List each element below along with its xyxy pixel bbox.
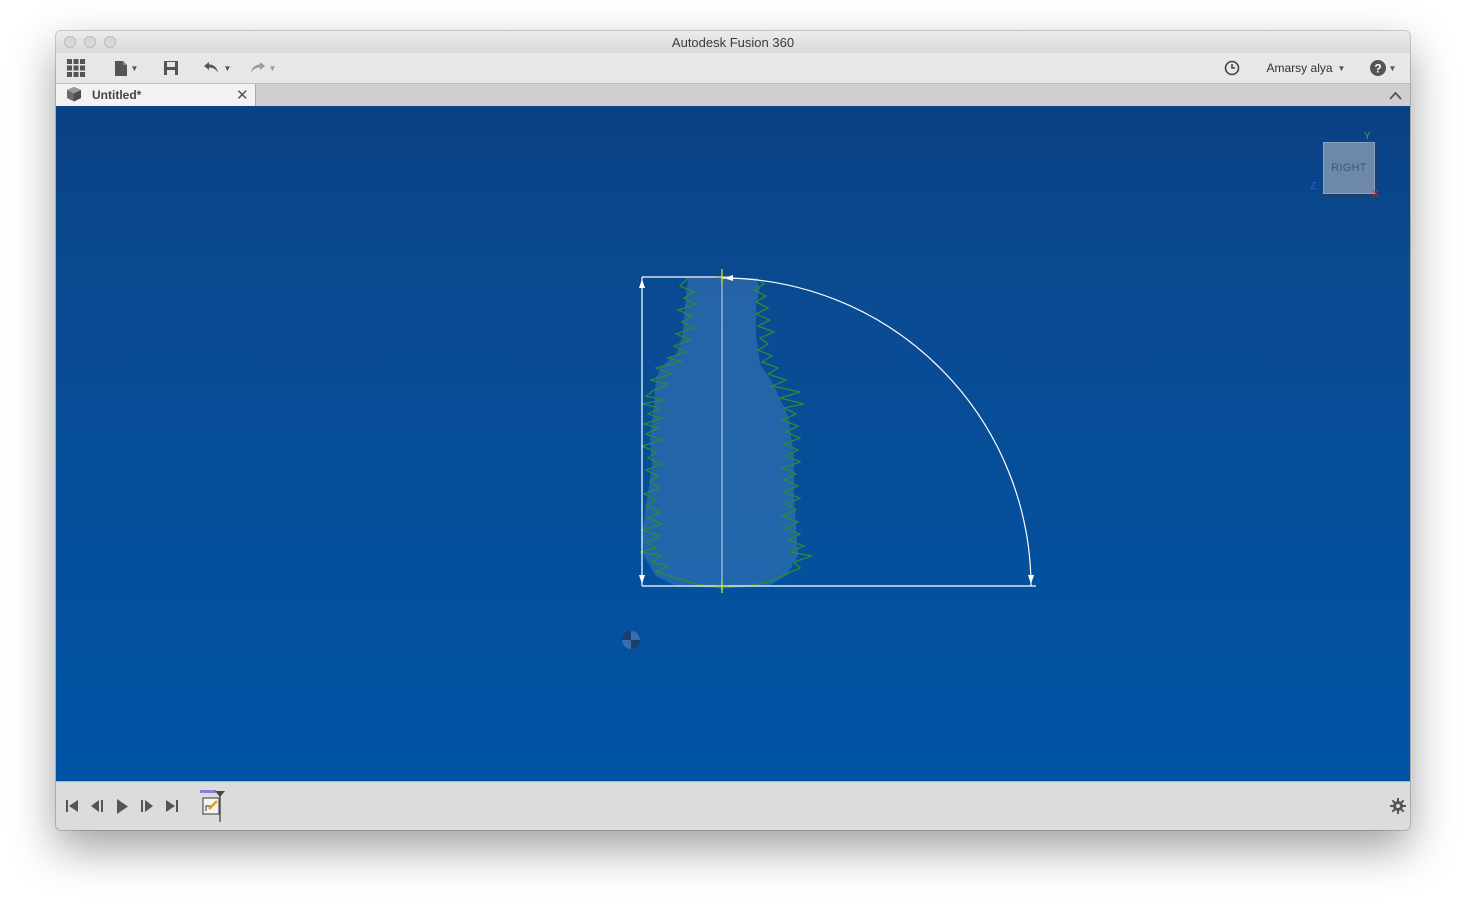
- window-title: Autodesk Fusion 360: [671, 35, 795, 50]
- file-menu-button[interactable]: ▼: [110, 53, 142, 83]
- timeline-feature-sketch[interactable]: [200, 790, 230, 824]
- undo-button[interactable]: ▼: [200, 53, 234, 83]
- view-cube-face-label: RIGHT: [1331, 162, 1367, 174]
- undo-icon: [203, 62, 218, 73]
- step-back-icon: [91, 800, 103, 812]
- chevron-down-icon: ▼: [130, 63, 139, 73]
- clock-icon: [1224, 60, 1240, 76]
- data-panel-button[interactable]: [64, 53, 88, 83]
- chevron-down-icon: ▼: [1388, 63, 1397, 73]
- tab-label: Untitled*: [92, 88, 142, 102]
- arrow-down-icon: [1028, 575, 1034, 584]
- arrow-down-icon: [639, 575, 645, 584]
- user-account-menu[interactable]: Amarsy alya ▼: [1266, 53, 1346, 83]
- arrow-up-icon: [639, 279, 645, 288]
- close-icon[interactable]: ✕: [236, 86, 249, 104]
- timeline-go-to-end[interactable]: [162, 796, 182, 816]
- title-bar: Autodesk Fusion 360: [56, 31, 1410, 54]
- save-button[interactable]: [160, 53, 182, 83]
- chevron-down-icon: ▼: [1337, 63, 1346, 73]
- canvas-viewport[interactable]: Y RIGHT Z X: [56, 106, 1410, 781]
- view-cube-face-right[interactable]: RIGHT: [1323, 142, 1375, 194]
- redo-icon: [250, 62, 265, 73]
- skip-start-icon: [66, 800, 78, 812]
- axis-y-label: Y: [1364, 131, 1371, 142]
- redo-button[interactable]: ▼: [244, 53, 280, 83]
- profile-region[interactable]: [642, 278, 798, 588]
- skip-end-icon: [166, 800, 178, 812]
- tab-untitled[interactable]: Untitled* ✕: [56, 84, 256, 106]
- timeline-bar: [56, 781, 1410, 830]
- application-bar: ▼ ▼ ▼ Amarsy alya ▼ ? ▼: [56, 53, 1410, 84]
- timeline-step-forward[interactable]: [137, 796, 157, 816]
- timeline-settings-button[interactable]: [1388, 796, 1408, 816]
- chevron-down-icon: ▼: [223, 63, 232, 73]
- play-icon: [117, 798, 128, 814]
- step-forward-icon: [141, 800, 153, 812]
- document-cube-icon: [67, 87, 81, 102]
- file-icon: [114, 60, 127, 76]
- save-icon: [164, 61, 178, 75]
- grid-icon: [67, 59, 85, 77]
- timeline-playhead[interactable]: [214, 790, 226, 822]
- user-name: Amarsy alya: [1266, 61, 1333, 75]
- help-menu-button[interactable]: ? ▼: [1368, 53, 1398, 83]
- svg-text:?: ?: [1374, 62, 1381, 76]
- job-status-button[interactable]: [1222, 53, 1242, 83]
- timeline-play[interactable]: [112, 796, 132, 816]
- chevron-up-icon[interactable]: [1389, 87, 1402, 105]
- help-icon: ?: [1369, 60, 1386, 76]
- timeline-go-to-start[interactable]: [62, 796, 82, 816]
- sketch-canvas: [622, 269, 1036, 649]
- axis-x-label: X: [1372, 189, 1379, 200]
- origin-icon[interactable]: [622, 631, 640, 649]
- chevron-down-icon: ▼: [268, 63, 277, 73]
- view-cube[interactable]: Y RIGHT Z X: [1310, 131, 1390, 201]
- document-tab-bar: Untitled* ✕: [56, 84, 1410, 107]
- gear-icon: [1390, 798, 1406, 814]
- app-window: Autodesk Fusion 360 ▼ ▼ ▼ Amarsy alya ▼ …: [56, 31, 1410, 830]
- axis-z-label: Z: [1310, 181, 1317, 192]
- timeline-step-back[interactable]: [87, 796, 107, 816]
